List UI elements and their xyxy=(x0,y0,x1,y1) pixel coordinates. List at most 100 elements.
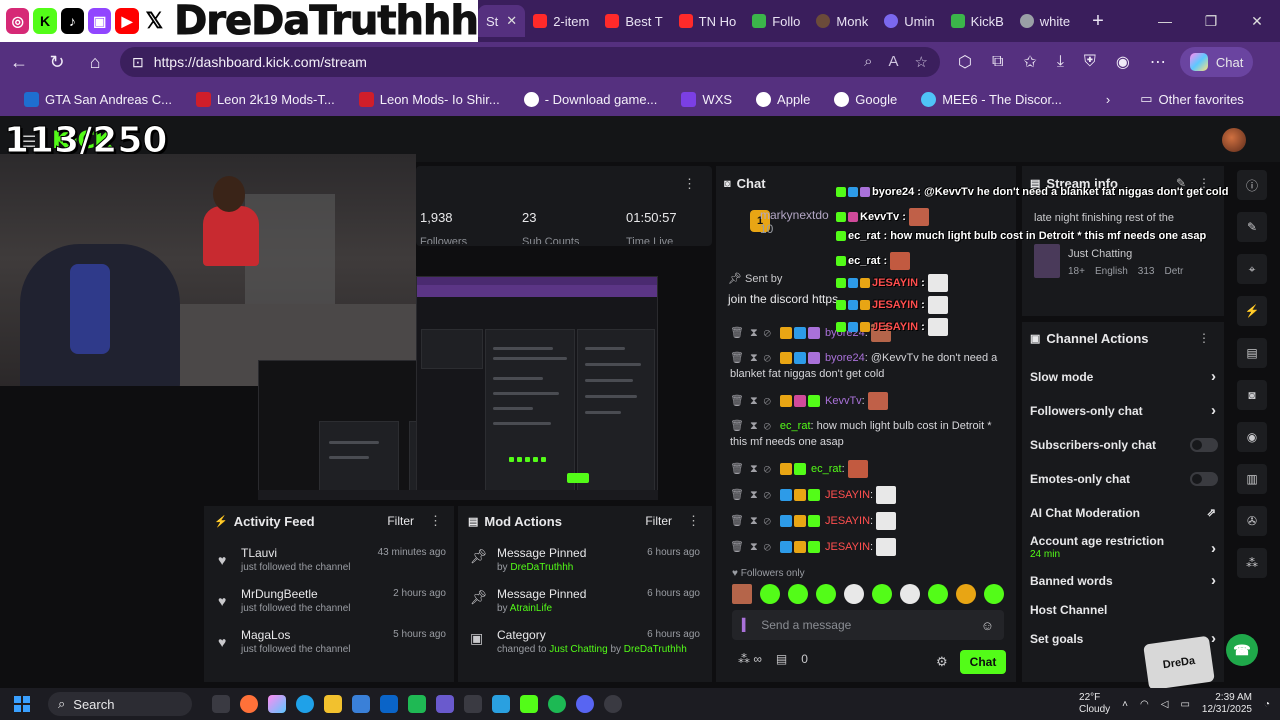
taskview-icon[interactable] xyxy=(212,695,230,713)
mod-tools[interactable]: 🗑︎⧗⊘ xyxy=(730,515,777,527)
volume-icon[interactable]: ◁ xyxy=(1161,699,1169,710)
clock[interactable]: 2:39 AM 12/31/2025 xyxy=(1202,692,1252,716)
favorite-item[interactable]: Leon 2k19 Mods-T... xyxy=(184,91,347,107)
copilot-icon[interactable] xyxy=(268,695,286,713)
emote[interactable] xyxy=(956,584,976,604)
moderator-name[interactable]: DreDaTruthhh xyxy=(510,562,573,573)
favorite-star-icon[interactable]: ☆ xyxy=(915,53,928,71)
chat-username[interactable]: JESAYIN xyxy=(825,541,870,553)
emote[interactable] xyxy=(732,584,752,604)
favorite-item[interactable]: Leon Mods- Io Shir... xyxy=(347,91,512,107)
favorite-item[interactable]: WXS xyxy=(669,91,744,107)
chat-username[interactable]: JESAYIN xyxy=(825,515,870,527)
favorites-icon[interactable]: ✩ xyxy=(1023,52,1036,72)
home-icon[interactable]: ⌂ xyxy=(76,52,114,73)
emote[interactable] xyxy=(928,584,948,604)
tab-8[interactable]: KickB xyxy=(943,5,1012,37)
more-icon[interactable]: ⋮ xyxy=(429,513,442,529)
mod-tools[interactable]: 🗑︎⧗⊘ xyxy=(730,352,777,364)
chevron-right-icon[interactable]: › xyxy=(1094,92,1122,107)
category-name[interactable]: Just Chatting xyxy=(549,644,607,655)
app-icon[interactable] xyxy=(436,695,454,713)
slow-mode-row[interactable]: Slow mode › xyxy=(1030,368,1220,390)
subscribers-only-toggle[interactable] xyxy=(1190,438,1218,452)
layout-icon[interactable]: ▥ xyxy=(1237,464,1267,494)
minimize-icon[interactable]: — xyxy=(1142,13,1188,30)
wrench-icon[interactable]: ✇ xyxy=(1237,506,1267,536)
tab-9[interactable]: white xyxy=(1012,5,1078,37)
mod-tools[interactable]: 🗑︎⧗⊘ xyxy=(730,541,777,553)
send-chat-button[interactable]: Chat xyxy=(960,650,1006,674)
tab-2[interactable]: 2-item xyxy=(525,5,597,37)
emotes-only-toggle[interactable] xyxy=(1190,472,1218,486)
shield-icon[interactable]: ⛨ xyxy=(1084,53,1096,71)
tab-dashboard[interactable]: St ✕ xyxy=(478,5,526,37)
windows-start-icon[interactable] xyxy=(14,696,30,712)
app-icon[interactable] xyxy=(464,695,482,713)
taskbar-search[interactable]: ⌕ Search xyxy=(48,692,192,716)
moderator-name[interactable]: AtrainLife xyxy=(510,603,552,614)
tab-6[interactable]: Monk xyxy=(808,5,876,37)
follower-name[interactable]: TLauvi xyxy=(241,546,277,560)
target-icon[interactable]: ⌖ xyxy=(1237,254,1267,284)
mod-tools[interactable]: 🗑︎⧗⊘ xyxy=(730,327,777,339)
favorite-item[interactable]: - Download game... xyxy=(512,91,670,107)
notifications-icon[interactable]: ◔ xyxy=(1264,699,1270,710)
favorite-item[interactable]: MEE6 - The Discor... xyxy=(909,91,1074,107)
support-chat-icon[interactable]: ☎ xyxy=(1226,634,1258,666)
battery-icon[interactable]: ▭ xyxy=(1180,699,1189,710)
firefox-icon[interactable] xyxy=(240,695,258,713)
emote[interactable] xyxy=(900,584,920,604)
filter-button[interactable]: Filter xyxy=(387,514,414,528)
lightning-icon[interactable]: ⚡ xyxy=(1237,296,1267,326)
more-icon[interactable]: ⋯ xyxy=(1150,52,1166,72)
explorer-icon[interactable] xyxy=(324,695,342,713)
avatar[interactable] xyxy=(1222,128,1246,152)
emote[interactable] xyxy=(760,584,780,604)
read-aloud-icon[interactable]: A xyxy=(889,53,899,71)
search-icon[interactable]: ⌕ xyxy=(864,53,872,71)
broadcast-icon[interactable]: ◉ xyxy=(1237,422,1267,452)
tab-7[interactable]: Umin xyxy=(876,5,942,37)
host-channel-row[interactable]: Host Channel xyxy=(1030,603,1220,623)
follower-name[interactable]: MagaLos xyxy=(241,628,290,642)
points-icon[interactable]: ⁂ ∞ xyxy=(738,652,762,666)
restore-icon[interactable]: ❐ xyxy=(1188,13,1234,30)
emote[interactable] xyxy=(984,584,1004,604)
copilot-button[interactable]: Chat xyxy=(1179,47,1254,77)
url-field[interactable]: ⊡ https://dashboard.kick.com/stream ⌕ A … xyxy=(120,47,940,77)
back-icon[interactable]: ← xyxy=(0,52,38,73)
chat-username[interactable]: ec_rat xyxy=(811,463,842,475)
banned-words-row[interactable]: Banned words › xyxy=(1030,572,1220,594)
discord-icon[interactable] xyxy=(576,695,594,713)
store-icon[interactable] xyxy=(352,695,370,713)
favorite-item[interactable]: Apple xyxy=(744,91,822,107)
new-tab-button[interactable]: + xyxy=(1078,5,1118,37)
document-icon[interactable]: ▤ xyxy=(1237,338,1267,368)
photos-icon[interactable] xyxy=(492,695,510,713)
other-favorites[interactable]: ▭ Other favorites xyxy=(1128,91,1256,107)
close-window-icon[interactable]: ✕ xyxy=(1234,13,1280,30)
more-icon[interactable]: ⋮ xyxy=(683,176,696,192)
top-gifter[interactable]: markynextdo 10 xyxy=(760,208,829,236)
emote[interactable] xyxy=(788,584,808,604)
wifi-icon[interactable]: ◠ xyxy=(1140,699,1149,710)
emote[interactable] xyxy=(872,584,892,604)
tab-3[interactable]: Best T xyxy=(597,5,670,37)
kick-icon[interactable] xyxy=(520,695,538,713)
emoji-icon[interactable]: ☺ xyxy=(981,618,994,633)
filter-button[interactable]: Filter xyxy=(645,514,672,528)
close-icon[interactable]: ✕ xyxy=(506,13,517,29)
mod-tools[interactable]: 🗑︎⧗⊘ xyxy=(730,420,777,432)
followers-only-row[interactable]: Followers-only chat › xyxy=(1030,402,1220,424)
tab-4[interactable]: TN Ho xyxy=(671,5,745,37)
chat-username[interactable]: ec_rat xyxy=(780,420,811,432)
obs-icon[interactable] xyxy=(604,695,622,713)
chat-bubble-icon[interactable]: ◙ xyxy=(1237,380,1267,410)
weather-widget[interactable]: 22°F Cloudy xyxy=(1079,692,1110,716)
chat-message-input[interactable]: ▍ Send a message ☺ xyxy=(732,610,1004,640)
chevron-up-icon[interactable]: ˄ xyxy=(1122,699,1128,710)
connections-icon[interactable]: ⁂ xyxy=(1237,548,1267,578)
profile-icon[interactable]: ◉ xyxy=(1116,52,1130,72)
mod-tools[interactable]: 🗑︎⧗⊘ xyxy=(730,395,777,407)
